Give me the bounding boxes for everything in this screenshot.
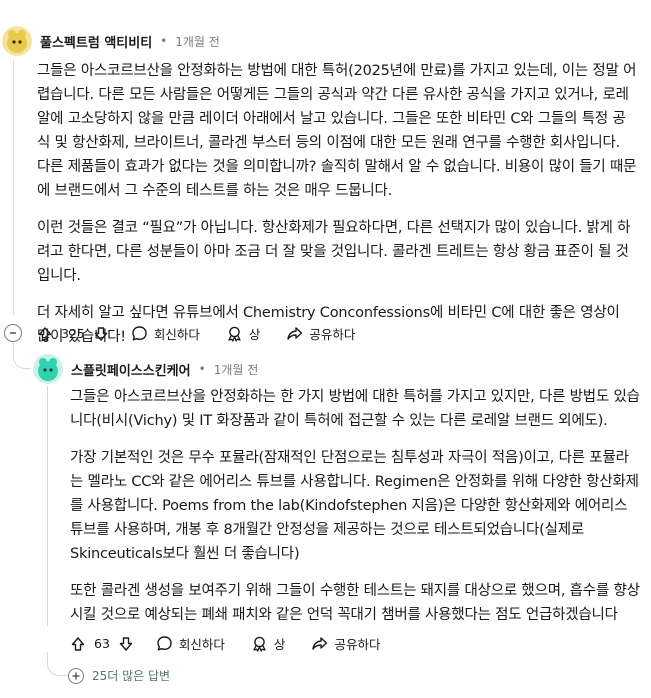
- collapse-thread-button[interactable]: [4, 324, 22, 342]
- plus-circle-icon: [68, 667, 84, 684]
- vote-group: 325: [37, 326, 109, 342]
- comment-actions: 63 회신하다 상 공유하다: [70, 634, 406, 653]
- thread-connector: [13, 342, 31, 369]
- comment-paragraph: 또한 콜라겐 생성을 보여주기 위해 그들이 수행한 테스트는 돼지를 대상으로…: [70, 583, 640, 623]
- share-label: 공유하다: [334, 637, 381, 652]
- reply-button[interactable]: 회신하다: [131, 324, 200, 343]
- more-replies-label: 25더 많은 답변: [92, 669, 171, 683]
- award-button[interactable]: 상: [251, 634, 286, 653]
- comment-bubble-icon: [131, 325, 148, 342]
- award-icon: [226, 325, 243, 342]
- award-label: 상: [273, 637, 286, 652]
- comment-body: 그들은 아스코르브산을 안정화하는 한 가지 방법에 대한 특허를 가지고 있지…: [70, 385, 640, 640]
- comment-paragraph: 그들은 아스코르브산을 안정화하는 방법에 대한 특허(2025년에 만료)를 …: [37, 63, 637, 199]
- minus-icon: [10, 332, 16, 334]
- more-replies-button[interactable]: 25더 많은 답변: [68, 667, 170, 684]
- downvote-icon[interactable]: [93, 326, 109, 342]
- comment-paragraph: 이런 것들은 결코 “필요”가 아닙니다. 항산화제가 필요하다면, 다른 선택…: [37, 220, 631, 284]
- username[interactable]: 풀스펙트럼 액티비티: [40, 32, 152, 51]
- downvote-icon[interactable]: [118, 636, 134, 652]
- avatar[interactable]: [33, 354, 63, 384]
- timestamp: 1개월 전: [213, 362, 259, 377]
- user-avatar-icon: [2, 26, 32, 56]
- avatar[interactable]: [2, 26, 32, 56]
- upvote-icon[interactable]: [37, 326, 53, 342]
- separator-dot: •: [198, 362, 206, 376]
- user-avatar-icon: [33, 354, 63, 384]
- share-icon: [311, 635, 328, 652]
- timestamp: 1개월 전: [175, 34, 220, 49]
- vote-count: 325: [61, 326, 85, 341]
- award-label: 상: [248, 327, 261, 342]
- comment-body: 그들은 아스코르브산을 안정화하는 방법에 대한 특허(2025년에 만료)를 …: [37, 59, 637, 362]
- separator-dot: •: [160, 34, 168, 48]
- comment-header: 스플릿페이스스킨케어 • 1개월 전: [33, 354, 258, 384]
- reply-button[interactable]: 회신하다: [156, 634, 225, 653]
- thread-connector: [47, 652, 69, 676]
- reply-label: 회신하다: [178, 637, 225, 652]
- comment-header: 풀스펙트럼 액티비티 • 1개월 전: [2, 26, 220, 56]
- reply-label: 회신하다: [153, 327, 200, 342]
- comment-paragraph: 그들은 아스코르브산을 안정화하는 한 가지 방법에 대한 특허를 가지고 있지…: [70, 389, 640, 429]
- vote-group: 63: [70, 636, 134, 652]
- thread-line[interactable]: [13, 60, 14, 315]
- upvote-icon[interactable]: [70, 636, 86, 652]
- comment-bubble-icon: [156, 635, 173, 652]
- comment-actions: 325 회신하다 상 공유하다: [37, 324, 381, 343]
- share-icon: [286, 325, 303, 342]
- comment-paragraph: 가장 기본적인 것은 무수 포뮬라(잠재적인 단점으로는 침투성과 자극이 적음…: [70, 450, 639, 562]
- award-icon: [251, 635, 268, 652]
- username[interactable]: 스플릿페이스스킨케어: [71, 360, 191, 379]
- share-button[interactable]: 공유하다: [286, 324, 355, 343]
- vote-count: 63: [94, 636, 110, 651]
- share-label: 공유하다: [309, 327, 356, 342]
- thread-line[interactable]: [47, 386, 48, 626]
- award-button[interactable]: 상: [226, 324, 261, 343]
- share-button[interactable]: 공유하다: [311, 634, 380, 653]
